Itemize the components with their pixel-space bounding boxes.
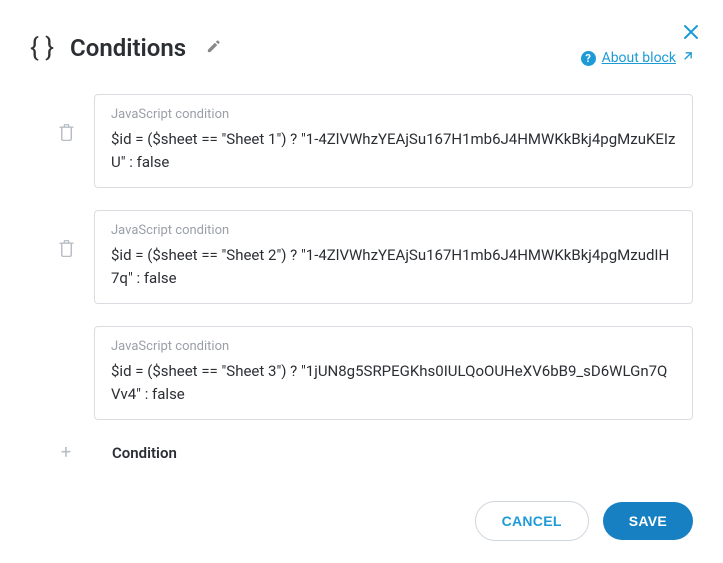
add-condition-row: + Condition — [56, 442, 693, 463]
trash-icon[interactable] — [59, 240, 74, 261]
condition-value: $id = ($sheet == "Sheet 1") ? "1-4ZlVWhz… — [111, 128, 676, 173]
trash-icon[interactable] — [59, 124, 74, 145]
header-left: { } Conditions — [30, 34, 221, 62]
footer: CANCEL SAVE — [475, 501, 693, 541]
condition-label: JavaScript condition — [111, 223, 676, 238]
plus-icon[interactable]: + — [56, 442, 76, 463]
header: { } Conditions ? About block — [30, 30, 693, 66]
add-condition-label[interactable]: Condition — [112, 444, 177, 462]
close-icon[interactable] — [683, 24, 699, 44]
cancel-button[interactable]: CANCEL — [475, 501, 589, 541]
conditions-list: JavaScript condition $id = ($sheet == "Sh… — [54, 94, 693, 463]
trash-column — [54, 326, 78, 356]
condition-card[interactable]: JavaScript condition $id = ($sheet == "Sh… — [94, 94, 693, 188]
external-link-icon — [682, 50, 693, 66]
about-block-link[interactable]: ? About block — [581, 50, 693, 66]
condition-row: JavaScript condition $id = ($sheet == "Sh… — [54, 210, 693, 304]
braces-icon: { } — [30, 35, 54, 61]
trash-column — [54, 210, 78, 261]
condition-card[interactable]: JavaScript condition $id = ($sheet == "Sh… — [94, 326, 693, 420]
condition-row: JavaScript condition $id = ($sheet == "Sh… — [54, 94, 693, 188]
edit-icon[interactable] — [206, 39, 221, 58]
page-title: Conditions — [70, 34, 186, 62]
trash-column — [54, 94, 78, 145]
condition-row: JavaScript condition $id = ($sheet == "Sh… — [54, 326, 693, 420]
condition-value: $id = ($sheet == "Sheet 2") ? "1-4ZlVWhz… — [111, 244, 676, 289]
condition-card[interactable]: JavaScript condition $id = ($sheet == "Sh… — [94, 210, 693, 304]
save-button[interactable]: SAVE — [603, 502, 693, 540]
condition-label: JavaScript condition — [111, 107, 676, 122]
condition-value: $id = ($sheet == "Sheet 3") ? "1jUN8g5SR… — [111, 360, 676, 405]
condition-label: JavaScript condition — [111, 339, 676, 354]
about-block-label: About block — [602, 50, 676, 66]
help-icon: ? — [581, 51, 596, 66]
